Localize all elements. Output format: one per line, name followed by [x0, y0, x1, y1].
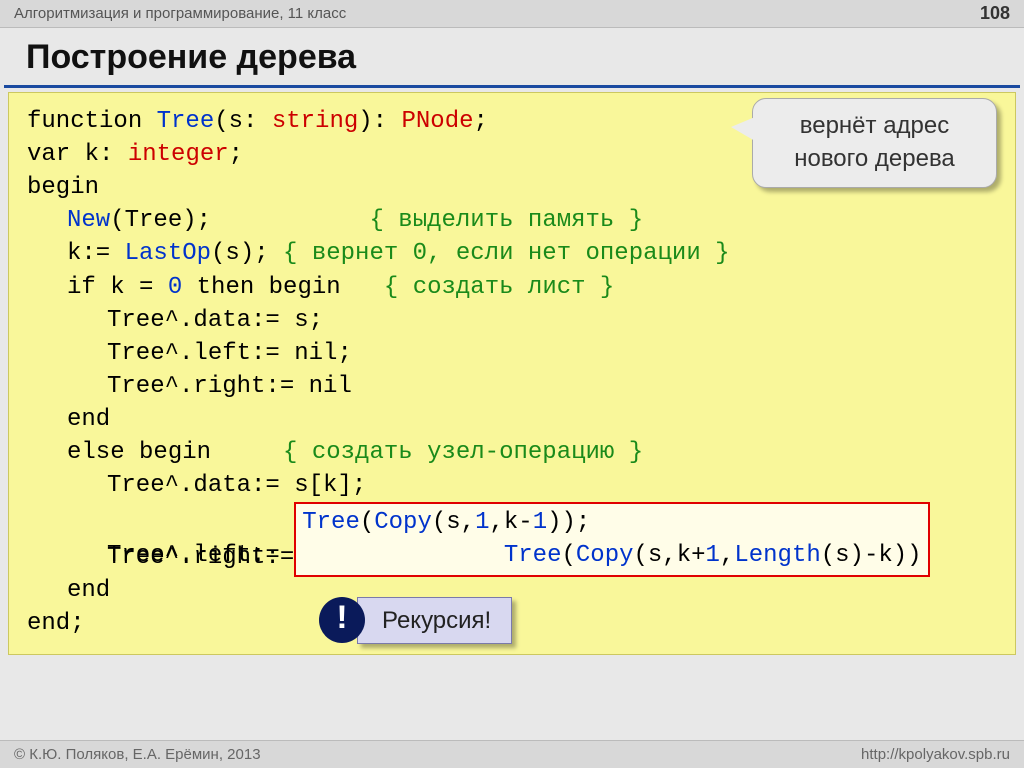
code-line-14-prefix: Tree^.right:=	[27, 541, 997, 574]
code-line-12: Tree^.data:= s[k];	[27, 469, 997, 502]
callout-text: вернёт адрес нового дерева	[794, 112, 955, 172]
recursion-label: Рекурсия!	[357, 597, 512, 644]
footer-bar: © К.Ю. Поляков, Е.А. Ерёмин, 2013 http:/…	[0, 740, 1024, 768]
authors-label: © К.Ю. Поляков, Е.А. Ерёмин, 2013	[14, 746, 261, 763]
page-number: 108	[980, 3, 1010, 24]
code-line-8: Tree^.left:= nil;	[27, 337, 997, 370]
callout-bubble: вернёт адрес нового дерева	[752, 98, 997, 188]
code-block: вернёт адрес нового дерева function Tree…	[8, 92, 1016, 655]
code-line-4: New(Tree); { выделить память }	[27, 204, 997, 237]
course-label: Алгоритмизация и программирование, 11 кл…	[14, 5, 346, 22]
url-label: http://kpolyakov.spb.ru	[861, 746, 1010, 763]
header-bar: Алгоритмизация и программирование, 11 кл…	[0, 0, 1024, 28]
recursion-callout: ! Рекурсия!	[319, 597, 512, 644]
exclamation-icon: !	[319, 597, 365, 643]
slide-title: Построение дерева	[4, 28, 1020, 88]
code-line-5: k:= LastOp(s); { вернет 0, если нет опер…	[27, 237, 997, 270]
code-line-10: end	[27, 403, 997, 436]
code-line-9: Tree^.right:= nil	[27, 370, 997, 403]
code-line-6: if k = 0 then begin { создать лист }	[27, 271, 997, 304]
code-line-11: else begin { создать узел-операцию }	[27, 436, 997, 469]
code-line-7: Tree^.data:= s;	[27, 304, 997, 337]
